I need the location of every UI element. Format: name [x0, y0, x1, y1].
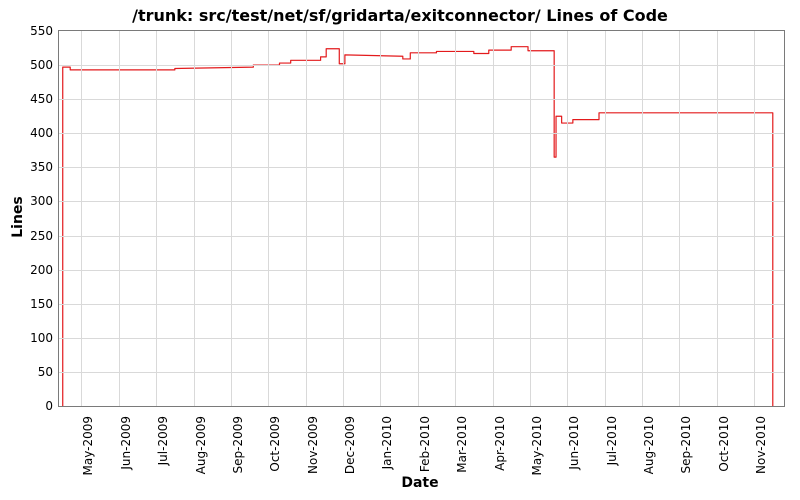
x-tick-label: Aug-2009	[194, 416, 208, 474]
gridline-vertical	[642, 31, 643, 406]
y-tick-label: 400	[30, 126, 59, 140]
y-axis-label: Lines	[10, 196, 26, 238]
x-tick-label: Sep-2010	[679, 416, 693, 474]
y-tick-label: 200	[30, 263, 59, 277]
x-tick-label: Apr-2010	[493, 416, 507, 471]
y-tick-label: 450	[30, 92, 59, 106]
gridline-vertical	[493, 31, 494, 406]
gridline-horizontal	[59, 65, 784, 66]
chart-title: /trunk: src/test/net/sf/gridarta/exitcon…	[0, 6, 800, 25]
x-tick-label: Nov-2010	[754, 416, 768, 474]
gridline-horizontal	[59, 338, 784, 339]
x-tick-label: Jul-2010	[605, 416, 619, 465]
gridline-vertical	[754, 31, 755, 406]
y-tick-label: 250	[30, 229, 59, 243]
x-tick-label: May-2009	[81, 416, 95, 475]
x-axis-label: Date	[401, 475, 438, 491]
y-tick-label: 50	[38, 365, 59, 379]
y-tick-label: 0	[45, 399, 59, 413]
gridline-vertical	[605, 31, 606, 406]
x-tick-label: Sep-2009	[231, 416, 245, 474]
gridline-horizontal	[59, 201, 784, 202]
gridline-horizontal	[59, 236, 784, 237]
chart-root: /trunk: src/test/net/sf/gridarta/exitcon…	[0, 0, 800, 500]
gridline-vertical	[717, 31, 718, 406]
x-tick-label: May-2010	[530, 416, 544, 475]
x-tick-label: Oct-2010	[717, 416, 731, 472]
plot-area: 050100150200250300350400450500550May-200…	[58, 30, 785, 407]
y-tick-label: 150	[30, 297, 59, 311]
y-tick-label: 350	[30, 160, 59, 174]
y-tick-label: 300	[30, 194, 59, 208]
x-tick-label: Mar-2010	[455, 416, 469, 473]
gridline-horizontal	[59, 304, 784, 305]
x-tick-label: Jul-2009	[156, 416, 170, 465]
x-tick-label: Jun-2009	[119, 416, 133, 470]
gridline-vertical	[231, 31, 232, 406]
line-series	[59, 31, 784, 406]
gridline-horizontal	[59, 372, 784, 373]
gridline-horizontal	[59, 99, 784, 100]
gridline-vertical	[567, 31, 568, 406]
gridline-vertical	[455, 31, 456, 406]
x-tick-label: Jan-2010	[380, 416, 394, 469]
y-tick-label: 100	[30, 331, 59, 345]
gridline-vertical	[343, 31, 344, 406]
gridline-vertical	[119, 31, 120, 406]
x-tick-label: Dec-2009	[343, 416, 357, 474]
gridline-vertical	[268, 31, 269, 406]
gridline-vertical	[418, 31, 419, 406]
gridline-horizontal	[59, 167, 784, 168]
gridline-vertical	[530, 31, 531, 406]
x-tick-label: Nov-2009	[306, 416, 320, 474]
x-tick-label: Aug-2010	[642, 416, 656, 474]
gridline-vertical	[156, 31, 157, 406]
x-tick-label: Feb-2010	[418, 416, 432, 472]
gridline-vertical	[81, 31, 82, 406]
y-tick-label: 500	[30, 58, 59, 72]
gridline-horizontal	[59, 270, 784, 271]
gridline-vertical	[194, 31, 195, 406]
gridline-vertical	[306, 31, 307, 406]
gridline-vertical	[380, 31, 381, 406]
x-tick-label: Jun-2010	[567, 416, 581, 470]
gridline-vertical	[679, 31, 680, 406]
x-tick-label: Oct-2009	[268, 416, 282, 472]
gridline-horizontal	[59, 133, 784, 134]
y-tick-label: 550	[30, 24, 59, 38]
